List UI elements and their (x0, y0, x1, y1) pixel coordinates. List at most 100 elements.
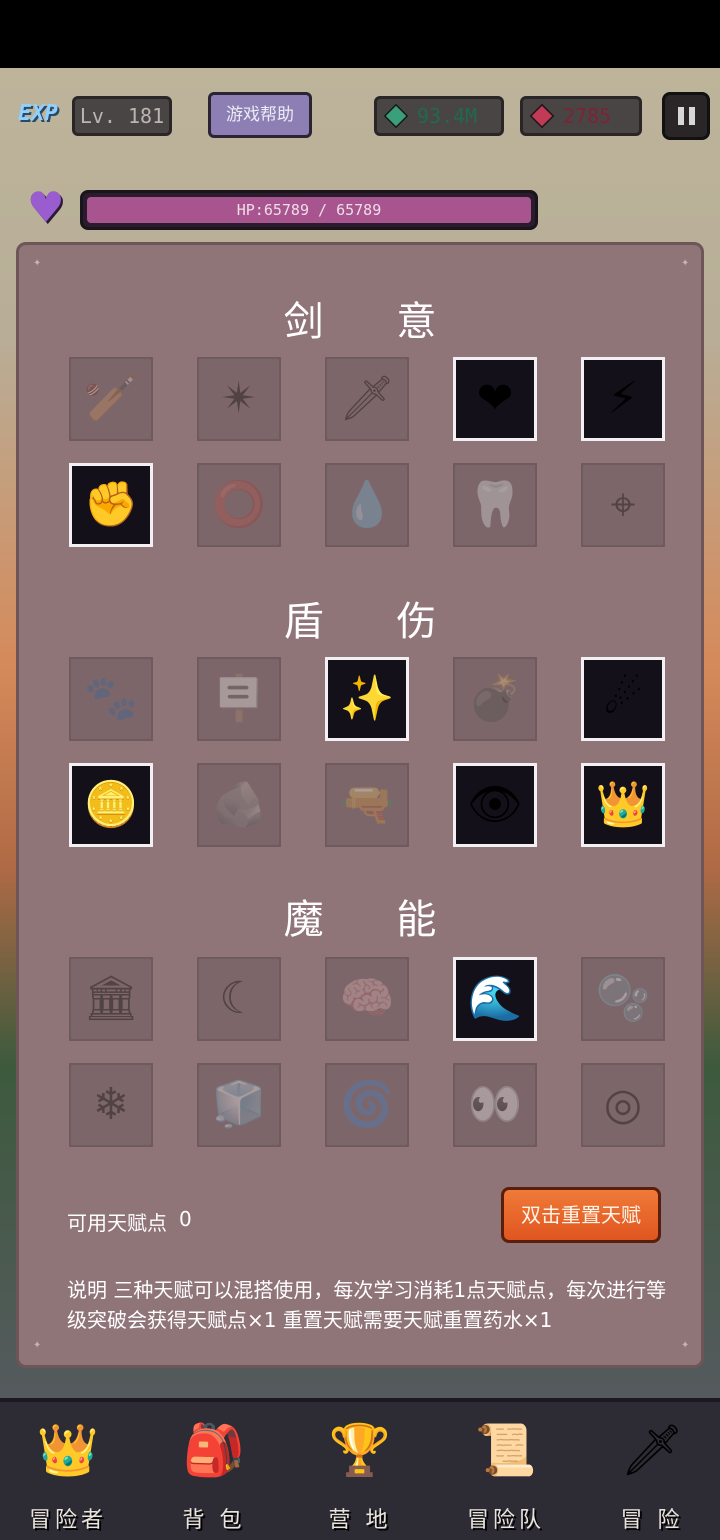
corner-sparkle-icon: ✦ (33, 258, 42, 269)
corner-sparkle-icon: ✦ (681, 1340, 690, 1351)
talent-slot[interactable]: ✨ (325, 657, 409, 741)
paw-icon: 🐾 (83, 673, 139, 724)
talent-slot[interactable]: ✴ (197, 357, 281, 441)
corner-sparkle-icon: ✦ (681, 258, 690, 269)
reset-talents-button[interactable]: 双击重置天赋 (501, 1187, 661, 1243)
talent-slot[interactable]: 🧊 (197, 1063, 281, 1147)
talent-points-label: 可用天赋点 (67, 1211, 167, 1235)
talent-slot[interactable]: 🏏 (69, 357, 153, 441)
club-icon: 🏏 (83, 373, 139, 424)
status-bar (0, 0, 720, 68)
talent-slot[interactable]: 🏛 (69, 957, 153, 1041)
talent-slot[interactable]: 🗡 (325, 357, 409, 441)
wave-icon: 🌊 (467, 973, 523, 1024)
talent-slot[interactable]: 🧠 (325, 957, 409, 1041)
coin-badge-icon: 🪙 (83, 779, 139, 830)
hp-bar: HP:65789 / 65789 (80, 190, 538, 230)
talent-slot[interactable]: 💣 (453, 657, 537, 741)
glaring-eyes-icon: 👀 (467, 1079, 523, 1130)
nav-label: 背 包 (182, 1508, 246, 1533)
exp-icon: EXP (18, 101, 58, 126)
talent-slot[interactable]: ⭕ (197, 463, 281, 547)
section-title: 盾 伤 (283, 599, 467, 645)
talent-slot[interactable]: 🌊 (453, 957, 537, 1041)
vortex-icon: 🌀 (339, 1079, 395, 1130)
section-title: 魔 能 (283, 897, 467, 943)
heart-icon: ♥ (27, 183, 65, 232)
ruby-amount: 2785 (563, 104, 612, 128)
talent-slot[interactable]: 🫧 (581, 957, 665, 1041)
star-frame-icon: ✨ (339, 673, 395, 724)
claw-slash-icon: ⚡ (607, 373, 639, 424)
nav-item[interactable]: 👑 冒险者 (8, 1410, 128, 1540)
talent-slot[interactable]: ❤ (453, 357, 537, 441)
nav-label: 营 地 (328, 1508, 392, 1533)
game-help-button[interactable]: 游戏帮助 (208, 92, 312, 138)
rune-disc-icon: ◎ (603, 1079, 643, 1130)
talent-slot[interactable]: 👀 (453, 1063, 537, 1147)
green-gem-icon (383, 103, 409, 129)
nav-item[interactable]: 🎒 背 包 (154, 1410, 274, 1540)
gold-counter: 93.4M (374, 96, 504, 136)
bottom-nav: 👑 冒险者 🎒 背 包 🏆 营 地 📜 冒险队 🗡 冒 险 (0, 1398, 720, 1540)
level-value: Lv. 181 (72, 96, 172, 136)
talent-slot[interactable]: 🐾 (69, 657, 153, 741)
talent-slot[interactable]: ❄ (69, 1063, 153, 1147)
gold-amount: 93.4M (417, 104, 478, 128)
level-badge: EXP Lv. 181 (18, 96, 172, 136)
nav-label: 冒险者 (28, 1508, 107, 1533)
crown-burst-icon: 👑 (595, 779, 651, 830)
bullet-icon: 🔫 (339, 779, 395, 830)
talent-slot[interactable]: ☄ (581, 657, 665, 741)
hp-label: HP:65789 / 65789 (236, 201, 382, 219)
crown-icon: 👑 (36, 1421, 100, 1479)
starfish-icon: ✴ (220, 373, 258, 424)
corner-sparkle-icon: ✦ (33, 1340, 42, 1351)
blood-ring-icon: ⭕ (211, 479, 267, 530)
nav-item[interactable]: 🗡 冒 险 (592, 1410, 712, 1540)
talent-slot[interactable]: ◎ (581, 1063, 665, 1147)
pillars-icon: 🏛 (83, 973, 139, 1024)
bubbles-icon: 🫧 (595, 973, 651, 1024)
ruby-icon (529, 103, 555, 129)
heart-icon: ❤ (476, 373, 514, 424)
talent-points-value: 0 (179, 1207, 192, 1231)
nav-item[interactable]: 📜 冒险队 (446, 1410, 566, 1540)
talent-slot[interactable]: ☾ (197, 957, 281, 1041)
talent-description: 说明 三种天赋可以混搭使用，每次学习消耗1点天赋点，每次进行等级突破会获得天赋点… (67, 1278, 667, 1332)
eye-icon: 👁 (467, 779, 523, 830)
banner-icon: 🏆 (328, 1421, 392, 1479)
talent-slot[interactable]: 🪨 (197, 763, 281, 847)
sign-post-icon: 🪧 (211, 673, 267, 724)
talent-slot[interactable]: ✊ (69, 463, 153, 547)
crosshair-icon: ⌖ (610, 479, 636, 530)
section-title: 剑 意 (283, 299, 467, 345)
talent-slot[interactable]: 🌀 (325, 1063, 409, 1147)
nav-label: 冒 险 (620, 1508, 684, 1533)
talent-slot[interactable]: 🪧 (197, 657, 281, 741)
sword-icon: 🗡 (620, 1421, 684, 1479)
ruby-counter: 2785 (520, 96, 642, 136)
pause-button[interactable] (662, 92, 710, 140)
talent-slot[interactable]: 🦷 (453, 463, 537, 547)
talent-slot[interactable]: ⌖ (581, 463, 665, 547)
talent-panel: ✦ ✦ ✦ ✦ 可用天赋点 0 双击重置天赋 说明 三种天赋可以混搭使用，每次学… (16, 242, 704, 1368)
blood-drops-icon: 💧 (339, 479, 395, 530)
fist-icon: ✊ (83, 479, 139, 530)
fangs-icon: 🦷 (467, 479, 523, 530)
sword-icon: 🗡 (339, 373, 395, 424)
ice-spikes-icon: 🧊 (211, 1079, 267, 1130)
guild-book-icon: 📜 (474, 1421, 538, 1479)
bomb-icon: 💣 (467, 673, 523, 724)
talent-slot[interactable]: 👑 (581, 763, 665, 847)
ice-shard-icon: ❄ (92, 1079, 130, 1130)
crescent-icon: ☾ (219, 973, 259, 1024)
talent-slot[interactable]: 👁 (453, 763, 537, 847)
talent-slot[interactable]: 💧 (325, 463, 409, 547)
rocks-icon: 🪨 (211, 779, 267, 830)
talent-slot[interactable]: ⚡ (581, 357, 665, 441)
talent-slot[interactable]: 🔫 (325, 763, 409, 847)
talent-slot[interactable]: 🪙 (69, 763, 153, 847)
nav-label: 冒险队 (466, 1508, 545, 1533)
nav-item[interactable]: 🏆 营 地 (300, 1410, 420, 1540)
